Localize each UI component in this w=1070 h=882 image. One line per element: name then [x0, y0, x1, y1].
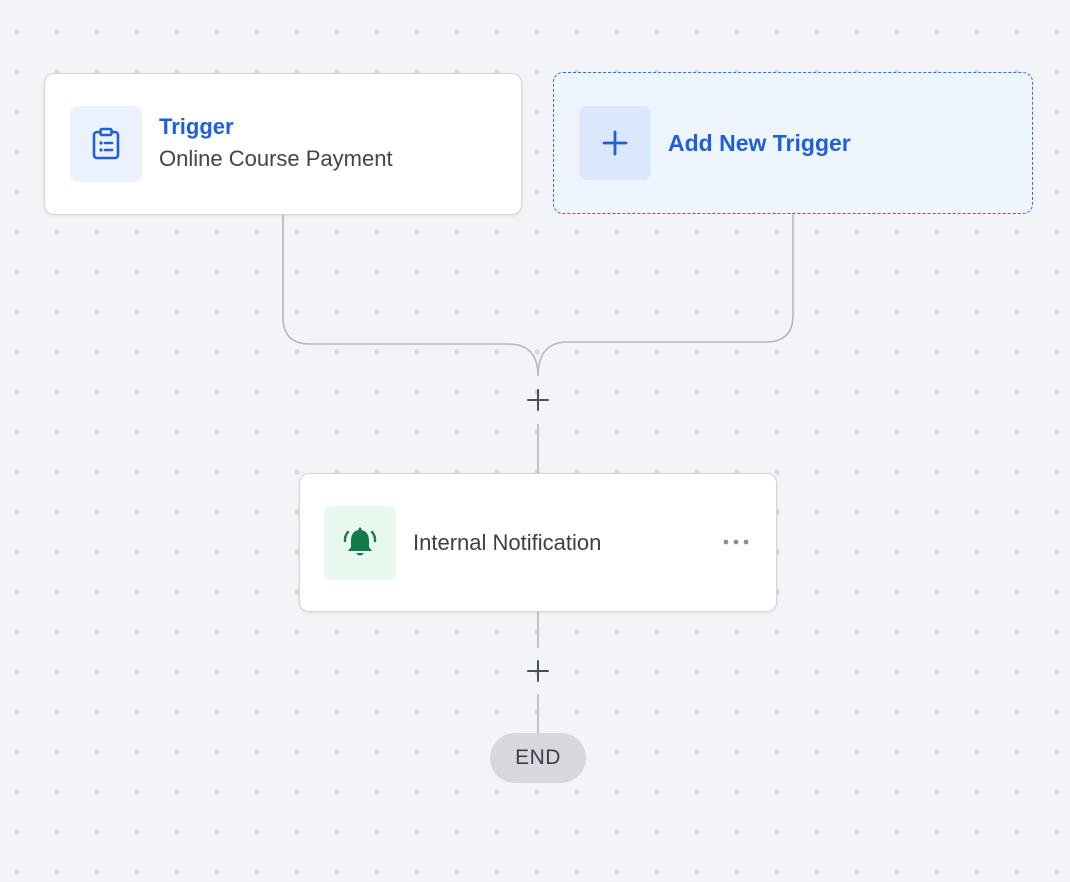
- plus-icon: [527, 389, 549, 411]
- clipboard-list-icon: [92, 127, 120, 160]
- internal-notification-card[interactable]: Internal Notification: [299, 473, 777, 612]
- plus-icon: [527, 660, 549, 682]
- plus-icon: [602, 130, 628, 156]
- add-trigger-icon-box: [579, 106, 651, 180]
- trigger-icon-box: [70, 106, 142, 182]
- connector-add-trigger-to-merge: [537, 214, 794, 377]
- bell-ringing-icon: [343, 527, 377, 555]
- trigger-text: Trigger Online Course Payment: [159, 112, 393, 176]
- workflow-canvas: Trigger Online Course Payment Add New Tr…: [0, 0, 1070, 882]
- add-step-button-1[interactable]: [523, 385, 553, 415]
- notification-icon-box: [324, 505, 396, 580]
- end-node: END: [490, 733, 586, 783]
- add-step-button-2[interactable]: [523, 656, 553, 686]
- add-trigger-label: Add New Trigger: [668, 129, 851, 156]
- connector-trigger-to-merge: [282, 215, 539, 377]
- trigger-card[interactable]: Trigger Online Course Payment: [44, 73, 522, 215]
- add-new-trigger-button[interactable]: Add New Trigger: [553, 72, 1033, 214]
- trigger-subtitle: Online Course Payment: [159, 146, 393, 171]
- more-horizontal-icon: [723, 539, 749, 545]
- notification-label: Internal Notification: [413, 529, 602, 555]
- more-options-button[interactable]: [722, 532, 750, 552]
- trigger-title: Trigger: [159, 114, 234, 139]
